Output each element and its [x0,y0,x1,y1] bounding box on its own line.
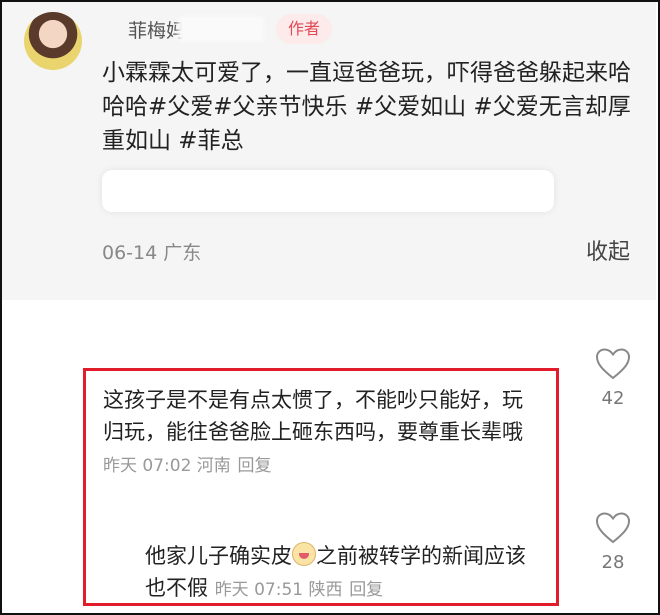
name-redaction [178,16,264,42]
like-count-1: 42 [601,388,625,409]
comment-2-reply-button[interactable]: 回复 [349,580,383,600]
post-date-location: 06-14 广东 [102,242,202,264]
author-name[interactable]: 菲梅妈 [128,16,185,43]
author-tag-badge: 作者 [276,14,333,44]
avatar[interactable] [24,12,82,70]
heart-icon [595,512,631,544]
crying-face-icon [292,542,316,566]
comment-1-reply-button[interactable]: 回复 [238,456,272,476]
like-button-2[interactable]: 28 [593,512,633,573]
comment-1-text: 这孩子是不是有点太惯了，不能吵只能好，玩归玩，能往爸爸脸上砸东西吗，要尊重长辈哦 [103,388,523,444]
like-button-1[interactable]: 42 [593,348,633,409]
comment-2-text-before: 他家儿子确实皮 [145,544,292,568]
collapse-button[interactable]: 收起 [586,234,630,266]
comment-2: 他家儿子确实皮 之前被转学的新闻应该也不假 昨天 07:51 陕西 回复 [145,540,545,606]
heart-icon [595,348,631,380]
comment-1-time-location: 昨天 07:02 河南 [103,456,231,476]
comment-1: 这孩子是不是有点太惯了，不能吵只能好，玩归玩，能往爸爸脸上砸东西吗，要尊重长辈哦… [103,384,543,482]
comment-2-time-location: 昨天 07:51 陕西 [214,580,343,600]
reply-input[interactable] [102,170,554,212]
post-text: 小霖霖太可爱了，一直逗爸爸玩，吓得爸爸躲起来哈哈哈#父爱#父亲节快乐 #父爱如山… [102,60,631,154]
like-count-2: 28 [601,552,625,573]
